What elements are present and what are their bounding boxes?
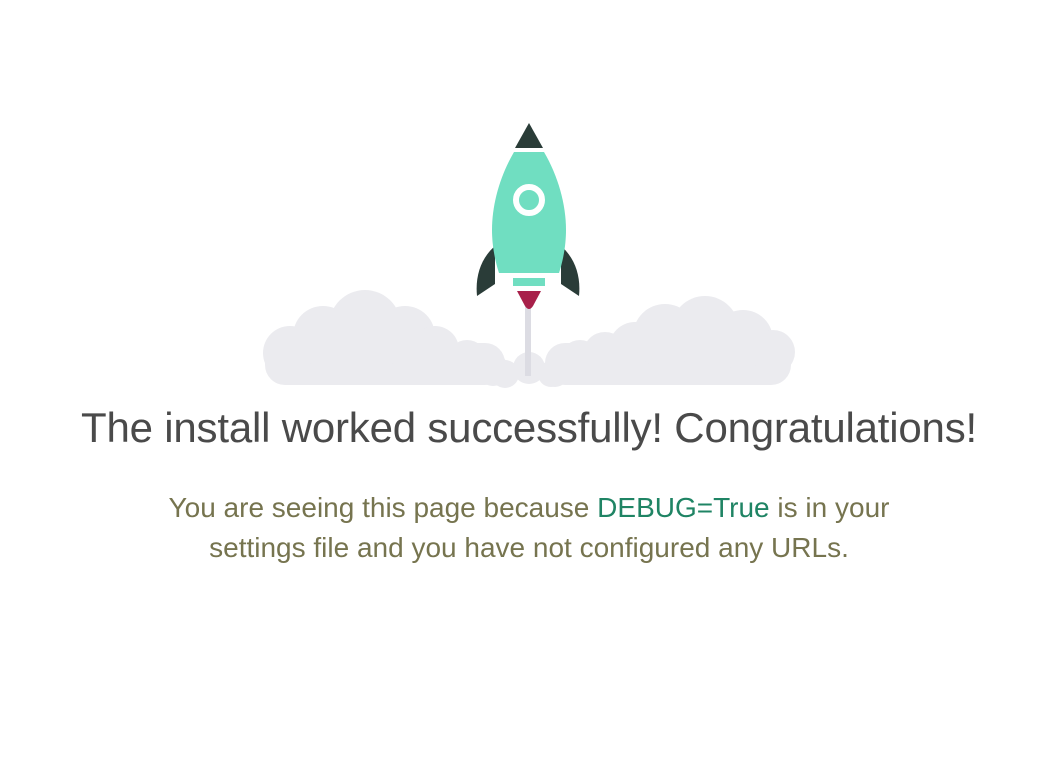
install-message: You are seeing this page because DEBUG=T… xyxy=(150,488,908,568)
rocket-nozzle xyxy=(513,278,545,286)
message-intro: You are seeing this page because xyxy=(168,492,598,523)
rocket-launch-illustration xyxy=(255,118,803,390)
rocket-left-fin xyxy=(476,246,495,296)
debug-setting-text: DEBUG=True xyxy=(597,492,770,523)
cloud-right xyxy=(541,296,795,387)
rocket-nose xyxy=(515,123,543,148)
rocket-flame xyxy=(517,291,541,309)
exhaust-trail xyxy=(525,304,531,376)
page-title: The install worked successfully! Congrat… xyxy=(81,404,977,451)
rocket-launch-icon xyxy=(263,123,795,388)
cloud-left xyxy=(263,290,509,386)
